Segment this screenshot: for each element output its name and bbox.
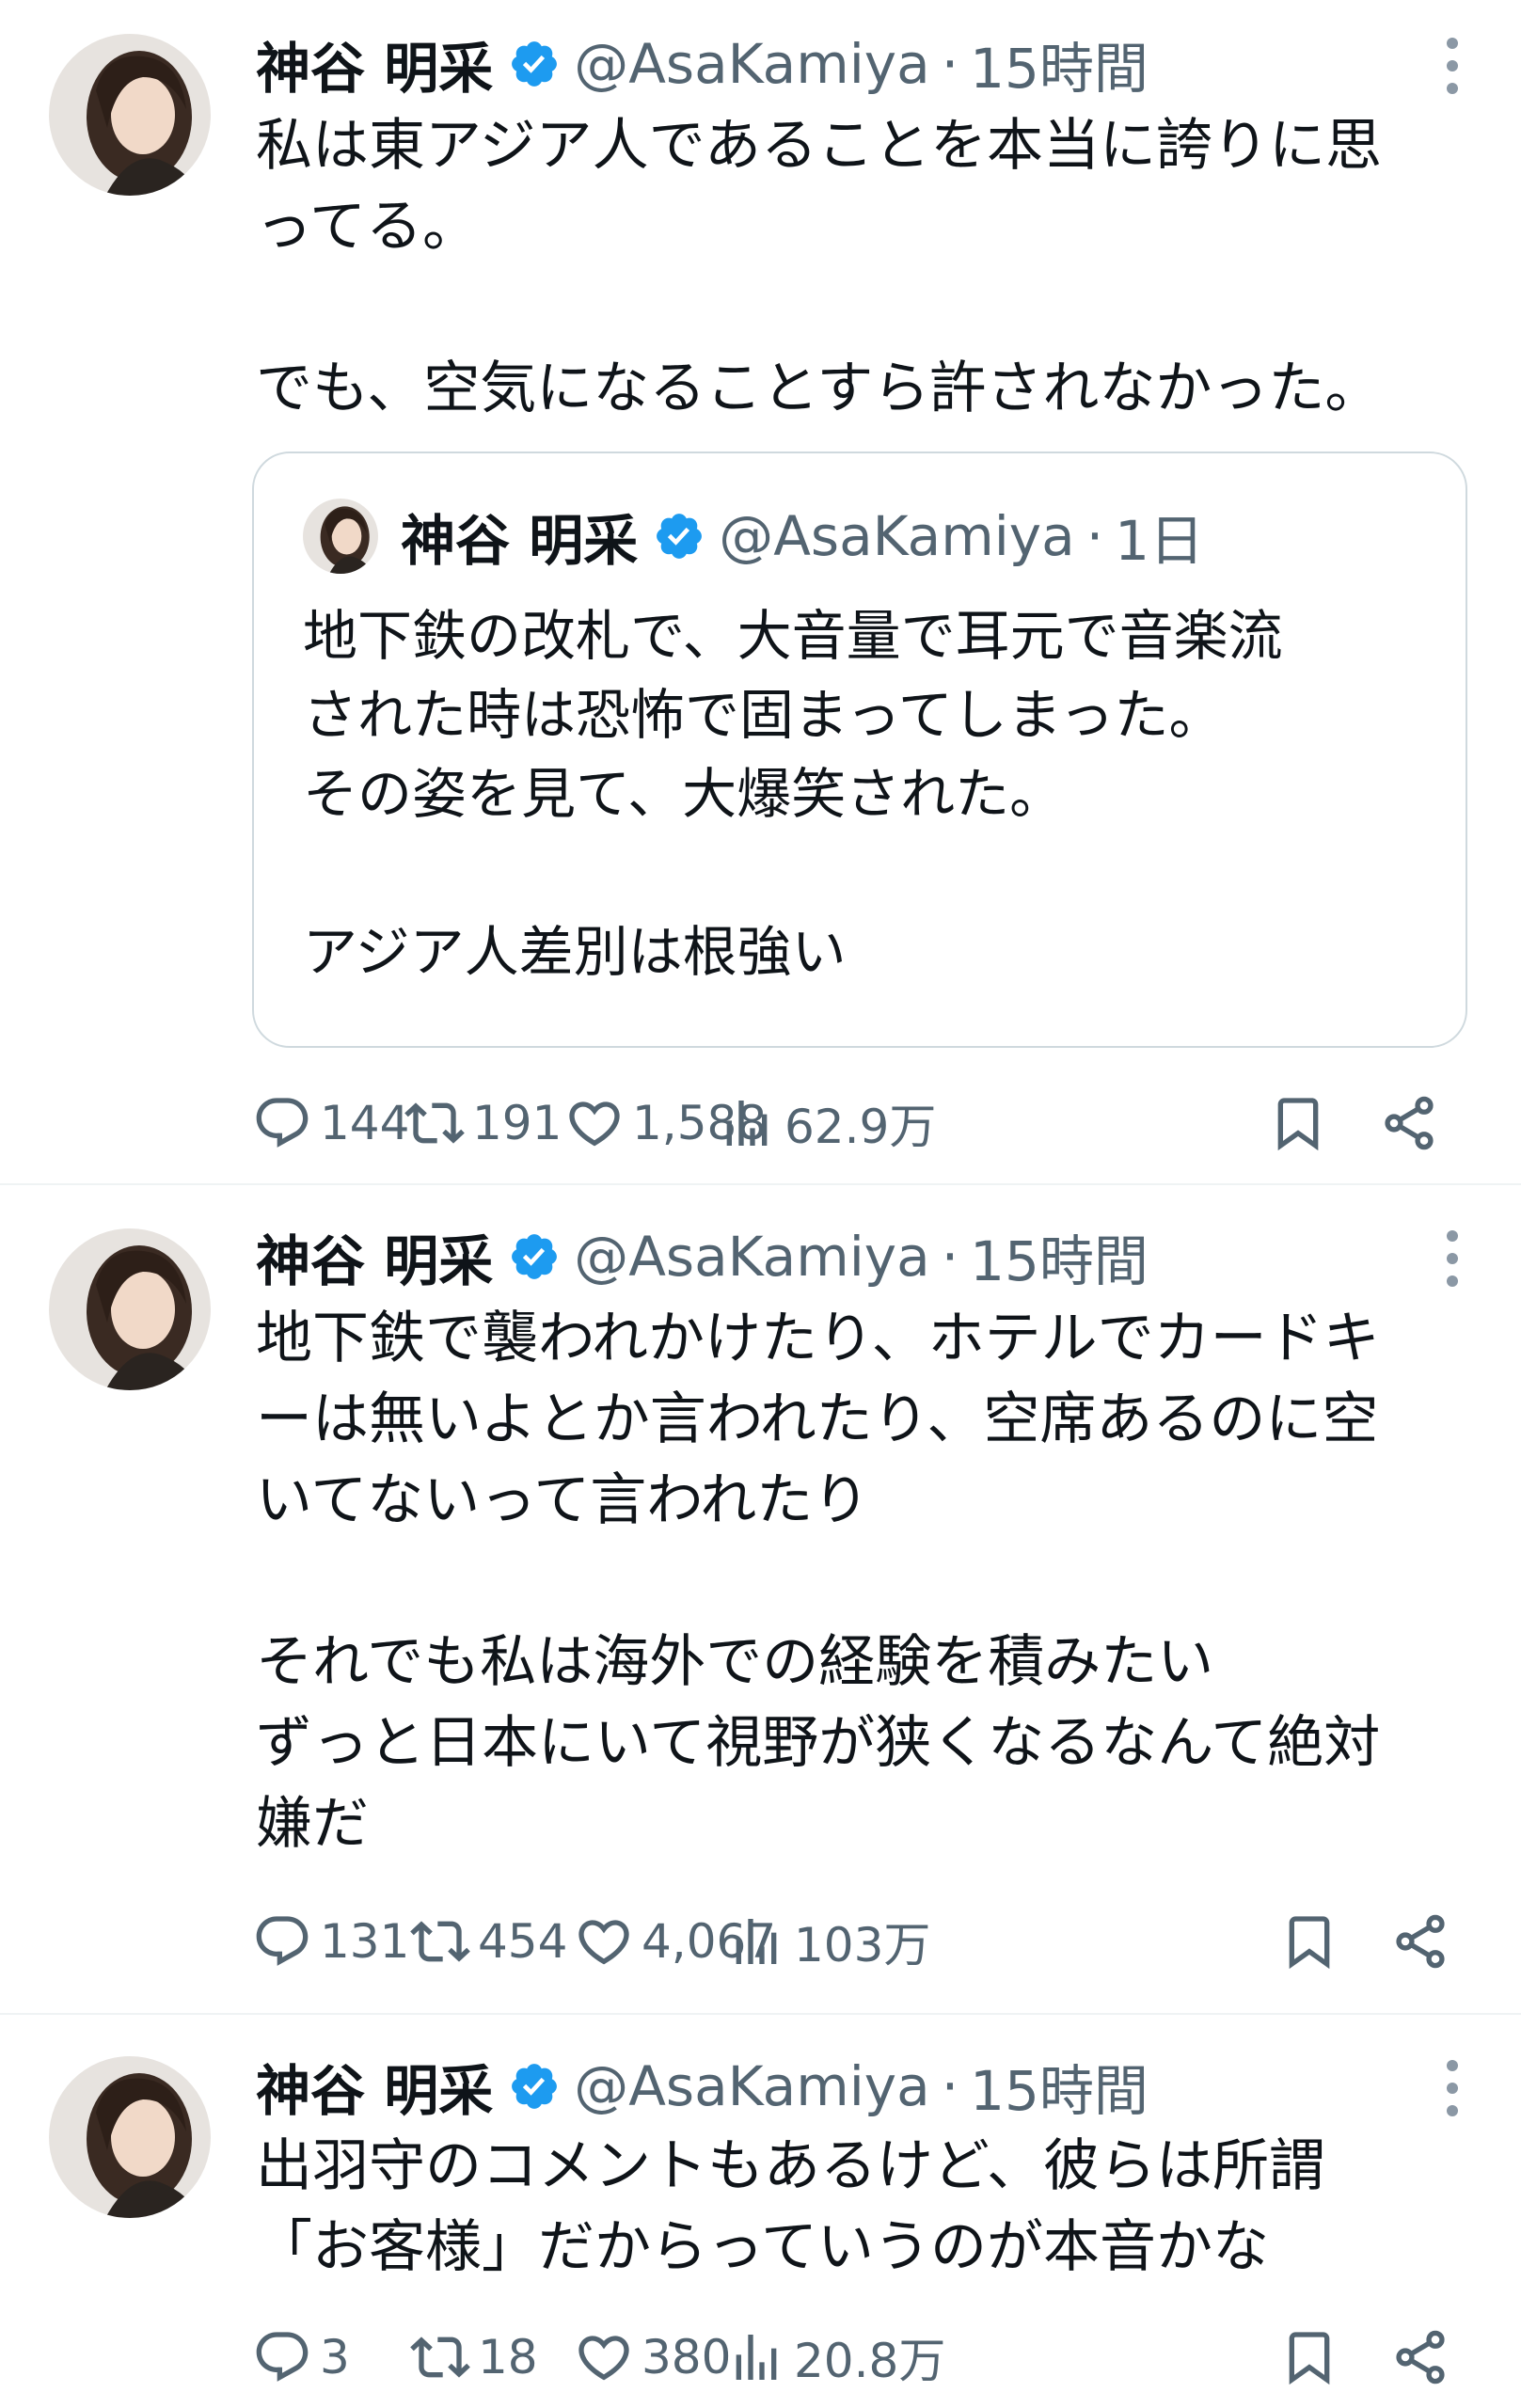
share-button[interactable] (1379, 1085, 1439, 1161)
reply-button[interactable]: 131 (252, 1904, 409, 1979)
repost-count: 18 (478, 2330, 538, 2384)
display-name[interactable]: 神谷 明采 (256, 24, 493, 103)
views-button[interactable]: 103万 (726, 1904, 930, 1979)
action-bar: 3 18 380 20.8万 (252, 2320, 1475, 2395)
action-bar: 131 454 4,067 103万 (252, 1904, 1475, 1979)
like-icon (578, 2336, 629, 2381)
reply-icon (256, 2332, 309, 2382)
timestamp[interactable]: 15時間 (970, 2047, 1149, 2126)
share-button[interactable] (1390, 2320, 1450, 2395)
tweet-header: 神谷 明采 @AsaKamiya · 15時間 (256, 24, 1149, 103)
avatar-photo (303, 499, 378, 574)
separator-dot: · (1085, 504, 1104, 568)
share-icon (1396, 1914, 1445, 1969)
avatar-photo (49, 1228, 211, 1390)
share-icon (1385, 1096, 1434, 1150)
bookmark-icon (1277, 1098, 1319, 1151)
repost-button[interactable]: 191 (404, 1085, 562, 1161)
repost-button[interactable]: 18 (410, 2320, 538, 2395)
tweet-text: 地下鉄で襲われかけたり、ホテルでカードキ ーは無いよとか言われたり、空席あるのに… (256, 1306, 1381, 1857)
views-icon (736, 2335, 777, 2380)
quote-text: 地下鉄の改札で、大音量で耳元で音楽流 された時は恐怖で固まってしまった。 その姿… (303, 604, 1283, 984)
avatar[interactable] (49, 2056, 211, 2218)
tweet[interactable]: 神谷 明采 @AsaKamiya · 15時間 地下鉄で襲われかけたり、ホテルで… (0, 1185, 1521, 2013)
views-icon (726, 1101, 768, 1146)
handle[interactable]: @AsaKamiya (574, 32, 929, 96)
quote-display-name: 神谷 明采 (401, 509, 639, 573)
tweet-text: 出羽守のコメントもあるけど、彼らは所謂 「お客様」だからっていうのが本音かな (256, 2133, 1325, 2280)
reply-button[interactable]: 3 (252, 2320, 350, 2395)
reply-count: 131 (320, 1914, 410, 1969)
reply-icon (256, 1916, 309, 1966)
reply-count: 144 (320, 1096, 410, 1150)
views-button[interactable]: 20.8万 (726, 2320, 945, 2395)
quoted-tweet[interactable]: 神谷 明采 @AsaKamiya · 1日 地下鉄の改札で、大音量で耳元で音楽流… (252, 452, 1467, 1048)
quote-handle: @AsaKamiya (719, 504, 1075, 568)
repost-icon (410, 1921, 470, 1962)
views-count: 62.9万 (784, 1100, 937, 1154)
repost-button[interactable]: 454 (410, 1904, 567, 1979)
quote-timestamp: 1日 (1115, 509, 1205, 573)
bookmark-button[interactable] (1268, 1085, 1328, 1161)
reply-icon (256, 1098, 309, 1148)
avatar-photo (49, 34, 211, 196)
share-button[interactable] (1390, 1904, 1450, 1979)
display-name[interactable]: 神谷 明采 (256, 2047, 493, 2126)
like-count: 380 (642, 2330, 732, 2384)
verified-badge-icon (657, 514, 703, 559)
separator-dot: · (941, 2054, 959, 2118)
avatar[interactable] (49, 34, 211, 196)
tweet-header: 神谷 明采 @AsaKamiya · 15時間 (256, 1217, 1149, 1296)
handle[interactable]: @AsaKamiya (574, 1225, 929, 1289)
timestamp[interactable]: 15時間 (970, 1217, 1149, 1296)
like-button[interactable]: 380 (574, 2320, 731, 2395)
verified-badge-icon (512, 2064, 558, 2109)
repost-count: 191 (472, 1096, 562, 1150)
tweet[interactable]: 神谷 明采 @AsaKamiya · 15時間 出羽守のコメントもあるけど、彼ら… (0, 2015, 1521, 2408)
tweet-header: 神谷 明采 @AsaKamiya · 15時間 (256, 2047, 1149, 2126)
tweet[interactable]: 神谷 明采 @AsaKamiya · 15時間 私は東アジア人であることを本当に… (0, 0, 1521, 1183)
views-count: 20.8万 (794, 2334, 946, 2388)
bookmark-icon (1289, 1916, 1330, 1970)
views-count: 103万 (794, 1918, 931, 1972)
avatar[interactable] (49, 1228, 211, 1390)
separator-dot: · (941, 32, 959, 96)
quote-header: 神谷 明采 @AsaKamiya · 1日 (401, 497, 1204, 576)
more-icon[interactable] (1446, 38, 1459, 94)
reply-count: 3 (320, 2330, 350, 2384)
verified-badge-icon (512, 1234, 558, 1279)
more-icon[interactable] (1446, 1230, 1459, 1287)
bookmark-button[interactable] (1279, 2320, 1339, 2395)
bookmark-button[interactable] (1279, 1904, 1339, 1979)
handle[interactable]: @AsaKamiya (574, 2054, 929, 2118)
repost-icon (410, 2337, 470, 2378)
reply-button[interactable]: 144 (252, 1085, 409, 1161)
views-icon (736, 1919, 777, 1964)
verified-badge-icon (512, 41, 558, 87)
like-icon (578, 1920, 629, 1965)
like-icon (569, 1101, 620, 1147)
tweet-text: 私は東アジア人であることを本当に誇りに思 ってる。 でも、空気になることすら許さ… (256, 113, 1382, 421)
quote-avatar (303, 499, 378, 574)
timestamp[interactable]: 15時間 (970, 24, 1149, 103)
avatar-photo (49, 2056, 211, 2218)
display-name[interactable]: 神谷 明采 (256, 1217, 493, 1296)
views-button[interactable]: 62.9万 (717, 1085, 936, 1161)
repost-count: 454 (478, 1914, 568, 1969)
more-icon[interactable] (1446, 2060, 1459, 2116)
share-icon (1396, 2330, 1445, 2384)
bookmark-icon (1289, 2332, 1330, 2385)
repost-icon (404, 1102, 465, 1144)
separator-dot: · (941, 1225, 959, 1289)
action-bar: 144 191 1,588 62.9万 (252, 1085, 1475, 1161)
